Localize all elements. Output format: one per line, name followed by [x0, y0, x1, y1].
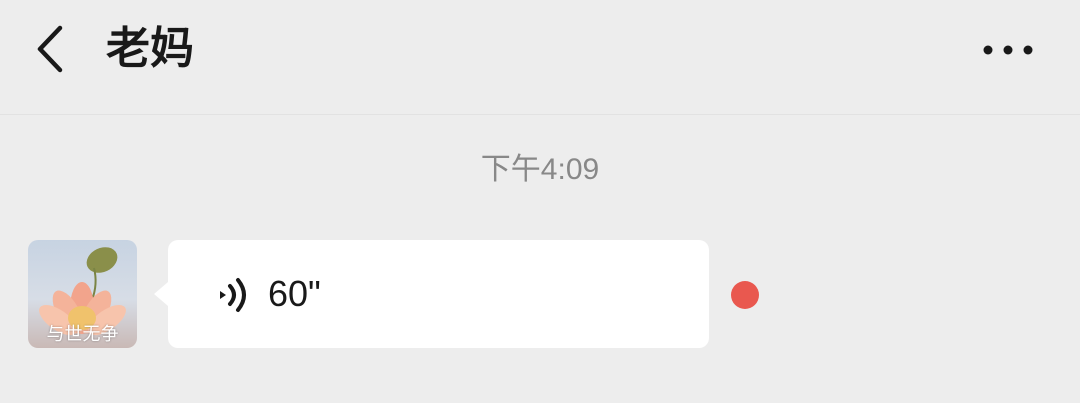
message-timestamp: 下午4:09 [480, 153, 600, 186]
more-button[interactable] [978, 30, 1038, 70]
unread-dot [731, 281, 759, 309]
avatar-caption: 与世无争 [46, 324, 119, 345]
avatar[interactable]: 与世无争 [28, 240, 137, 348]
voice-wave-icon [220, 278, 246, 312]
chevron-left-icon [37, 25, 63, 73]
chat-header: 老妈 [0, 0, 1080, 115]
voice-duration: 60" [268, 273, 321, 314]
back-button[interactable] [30, 22, 74, 76]
voice-message-bubble[interactable]: 60" [154, 240, 709, 348]
more-horizontal-icon [983, 45, 1033, 55]
chat-title: 老妈 [106, 23, 194, 74]
